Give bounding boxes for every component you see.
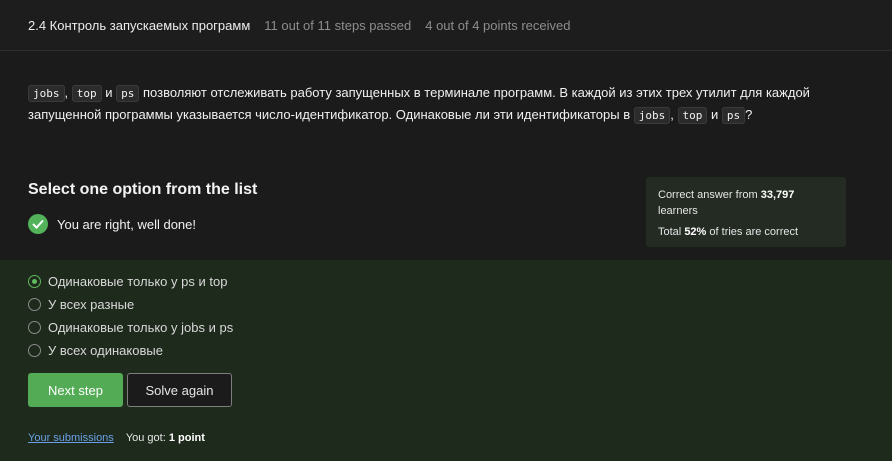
feedback-message: You are right, well done! [28,214,196,234]
points-progress: 4 out of 4 points received [425,17,571,33]
options-panel: Одинаковые только у ps и top У всех разн… [0,260,892,461]
steps-progress: 11 out of 11 steps passed [264,17,412,33]
score-points: 1 point [168,432,205,444]
submission-footer: Your submissions You got: 1 point [28,432,205,444]
your-submissions-link[interactable]: Your submissions [28,432,114,444]
code-top-2: top [677,107,708,124]
feedback-text: You are right, well done! [57,216,197,232]
option-label: У всех одинаковые [48,343,163,358]
option-label: Одинаковые только у ps и top [48,274,228,289]
stats-total: Total 52% of tries are correct [658,226,799,238]
option-2[interactable]: У всех разные [28,297,134,312]
learners-count: 33,797 [760,189,795,201]
next-step-button[interactable]: Next step [28,373,123,407]
radio-icon[interactable] [28,298,41,311]
code-jobs-2: jobs [633,107,671,124]
option-label: У всех разные [48,297,135,312]
option-1[interactable]: Одинаковые только у ps и top [28,274,227,289]
correct-percent: 52% [684,226,707,238]
option-4[interactable]: У всех одинаковые [28,343,163,358]
check-circle-icon [28,214,48,234]
radio-icon[interactable] [28,321,41,334]
radio-icon[interactable] [28,344,41,357]
solve-again-button[interactable]: Solve again [127,373,232,407]
stats-correct: Correct answer from 33,797 learners [658,189,795,217]
radio-selected-icon[interactable] [28,275,41,288]
option-label: Одинаковые только у jobs и ps [48,320,234,335]
code-ps-2: ps [721,107,746,124]
code-top: top [71,85,102,102]
option-3[interactable]: Одинаковые только у jobs и ps [28,320,233,335]
code-jobs: jobs [28,85,65,102]
code-ps: ps [116,85,140,102]
lesson-header: 2.4 Контроль запускаемых программ 11 out… [0,0,892,51]
lesson-title[interactable]: 2.4 Контроль запускаемых программ [28,18,250,33]
stats-box: Correct answer from 33,797 learners Tota… [646,177,846,247]
score-text: You got: 1 point [125,432,205,444]
select-title: Select one option from the list [28,181,258,198]
question-text: jobs, top и ps позволяют отслеживать раб… [28,85,810,124]
